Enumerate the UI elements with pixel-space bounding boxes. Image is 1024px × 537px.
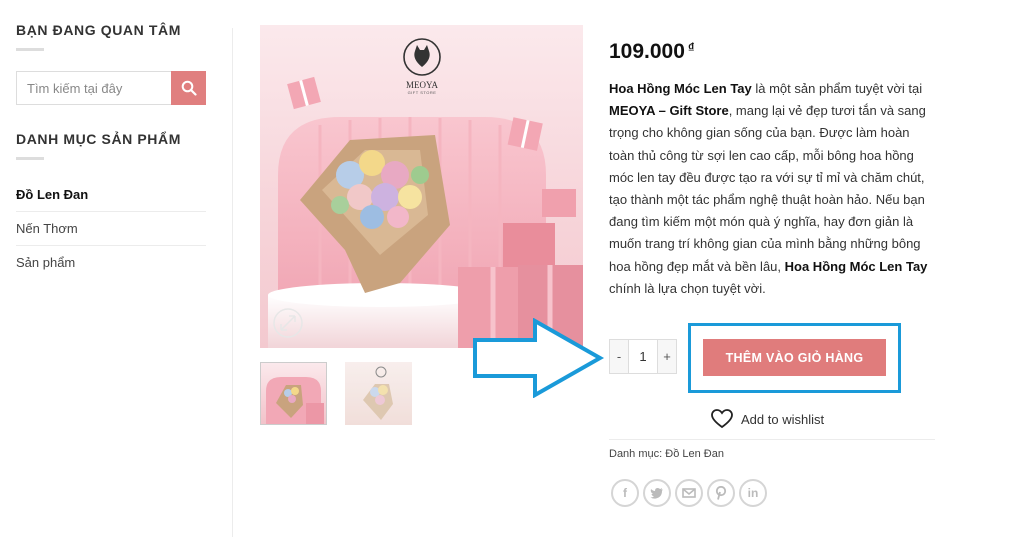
search-button[interactable] [171,71,206,105]
wishlist-label: Add to wishlist [741,411,825,427]
interest-title: BẠN ĐANG QUAN TÂM [16,22,181,38]
sidebar: BẠN ĐANG QUAN TÂM DANH MỤC SẢN PHẨM Đồ L… [16,22,206,279]
thumbnail-2[interactable] [345,362,412,425]
product-description: Hoa Hồng Móc Len Tay là một sản phẩm tuy… [609,78,937,300]
category-label: Danh mục: [609,448,663,460]
product-category-meta: Danh mục: Đồ Len Đan [609,448,724,460]
desc-text: , mang lại vẻ đẹp tươi tắn và sang trọng… [609,103,926,274]
categories-title: DANH MỤC SẢN PHẨM [16,131,181,147]
wishlist-button[interactable]: Add to wishlist [711,409,824,429]
quantity-input[interactable]: 1 [628,340,658,373]
linkedin-icon[interactable]: in [739,479,767,507]
category-list: Đồ Len Đan Nến Thơm Sản phẩm [16,178,206,279]
thumbnail-list [260,362,412,425]
quantity-minus-button[interactable]: - [610,340,628,373]
category-item-san-pham[interactable]: Sản phẩm [16,246,206,279]
email-icon[interactable] [675,479,703,507]
thumbnail-1[interactable] [260,362,327,425]
heart-icon [711,409,733,429]
quantity-plus-button[interactable]: + [658,340,676,373]
title-divider [16,157,44,160]
twitter-icon[interactable] [643,479,671,507]
meoya-logo: MEOYA GIFT STORE [402,37,442,95]
product-main-image[interactable]: MEOYA GIFT STORE [260,25,583,348]
category-link[interactable]: Đồ Len Đan [665,448,724,460]
price-value: 109.000 [609,40,685,63]
search-input[interactable] [16,71,171,105]
store-name: MEOYA – Gift Store [609,103,729,119]
share-icons: f in [611,479,767,507]
title-divider [16,48,44,51]
search-form [16,71,206,105]
price-currency: ₫ [687,40,695,55]
category-item-do-len-dan[interactable]: Đồ Len Đan [16,178,206,212]
quantity-stepper: - 1 + [609,339,677,374]
divider [609,439,935,440]
desc-text: là một sản phẩm tuyệt vời tại [751,81,923,96]
desc-text: chính là lựa chọn tuyệt vời. [609,280,766,296]
add-to-cart-button[interactable]: THÊM VÀO GIỎ HÀNG [703,339,886,376]
product-name: Hoa Hồng Móc Len Tay [784,258,928,274]
product-price: 109.000 ₫ [609,40,937,64]
product-info: 109.000 ₫ Hoa Hồng Móc Len Tay là một sản… [609,40,937,300]
column-divider [232,28,233,537]
facebook-icon[interactable]: f [611,479,639,507]
logo-text: MEOYA [405,80,438,90]
logo-subtext: GIFT STORE [407,90,437,95]
category-item-nen-thom[interactable]: Nến Thơm [16,212,206,246]
arrow-annotation-icon [473,318,605,398]
pinterest-icon[interactable] [707,479,735,507]
search-icon [181,80,197,96]
product-name: Hoa Hồng Móc Len Tay [609,81,752,96]
